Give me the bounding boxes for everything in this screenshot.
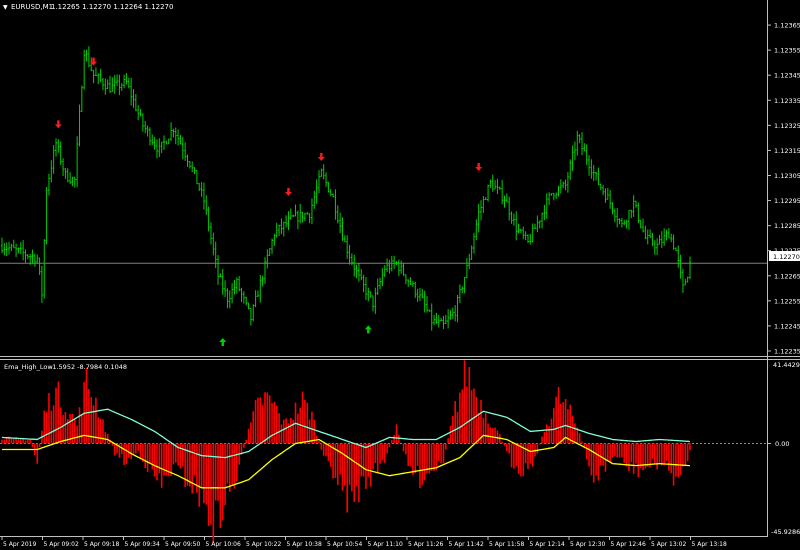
time-tick-label: 5 Apr 13:18 bbox=[692, 541, 727, 548]
price-tick-label: 1.12245 bbox=[774, 322, 800, 330]
price-tick-label: 1.12345 bbox=[774, 72, 800, 80]
price-tick-label: 1.12265 bbox=[774, 272, 800, 280]
price-tick-label: 1.12335 bbox=[774, 97, 800, 105]
price-tick-label: 1.12325 bbox=[774, 122, 800, 130]
sell-arrow-icon bbox=[54, 120, 62, 129]
buy-arrow-icon bbox=[364, 325, 372, 334]
price-tick-label: 1.12285 bbox=[774, 222, 800, 230]
indicator-axis-top: 41.4429 bbox=[773, 361, 800, 369]
price-tick-label: 1.12305 bbox=[774, 172, 800, 180]
time-tick-label: 5 Apr 12:30 bbox=[570, 541, 605, 548]
symbol-timeframe: EURUSD,M1 bbox=[11, 3, 53, 11]
time-tick-label: 5 Apr 10:38 bbox=[287, 541, 322, 548]
time-tick-label: 5 Apr 09:18 bbox=[84, 541, 119, 548]
price-tick-label: 1.12315 bbox=[774, 147, 800, 155]
time-tick-label: 5 Apr 10:06 bbox=[206, 541, 241, 548]
time-tick-label: 5 Apr 12:46 bbox=[611, 541, 646, 548]
chart-menu-icon[interactable]: ▼ bbox=[3, 4, 8, 11]
sell-arrow-icon bbox=[284, 188, 292, 197]
time-tick-label: 5 Apr 13:02 bbox=[651, 541, 686, 548]
time-tick-label: 5 Apr 09:50 bbox=[165, 541, 200, 548]
price-tick-label: 1.12365 bbox=[774, 22, 800, 30]
price-tick-label: 1.12355 bbox=[774, 47, 800, 55]
sell-arrow-icon bbox=[475, 162, 483, 171]
indicator-axis-zero: 0.00 bbox=[775, 440, 789, 448]
time-tick-label: 5 Apr 11:58 bbox=[489, 541, 524, 548]
symbol-quote: 1.12265 1.12270 1.12264 1.12270 bbox=[51, 3, 173, 11]
price-tick-label: 1.12235 bbox=[774, 347, 800, 355]
price-tick-label: 1.12295 bbox=[774, 197, 800, 205]
time-tick-label: 5 Apr 2019 bbox=[3, 541, 36, 548]
time-tick-label: 5 Apr 11:26 bbox=[408, 541, 443, 548]
time-tick-label: 5 Apr 10:54 bbox=[327, 541, 362, 548]
indicator-values: -1.5952 -8.7984 0.1048 bbox=[50, 363, 127, 371]
indicator-axis-bottom: -45.9286 bbox=[771, 528, 800, 536]
candlestick-series bbox=[1, 46, 691, 331]
trading-terminal: 1.12365 1.12355 1.12345 1.12335 1.12325 1.123… bbox=[0, 0, 800, 550]
indicator-name: Ema_High_Low bbox=[4, 363, 53, 371]
histogram-series bbox=[1, 360, 691, 543]
time-tick-label: 5 Apr 11:10 bbox=[368, 541, 403, 548]
time-tick-label: 5 Apr 12:14 bbox=[530, 541, 565, 548]
signal-arrows bbox=[54, 57, 483, 346]
current-price-tag: 1.12270 bbox=[773, 253, 800, 261]
time-tick-label: 5 Apr 11:42 bbox=[449, 541, 484, 548]
buy-arrow-icon bbox=[219, 337, 227, 346]
time-tick-label: 5 Apr 09:02 bbox=[44, 541, 79, 548]
time-tick-label: 5 Apr 10:22 bbox=[246, 541, 281, 548]
price-tick-label: 1.12255 bbox=[774, 297, 800, 305]
time-tick-label: 5 Apr 09:34 bbox=[125, 541, 160, 548]
sell-arrow-icon bbox=[317, 152, 325, 161]
